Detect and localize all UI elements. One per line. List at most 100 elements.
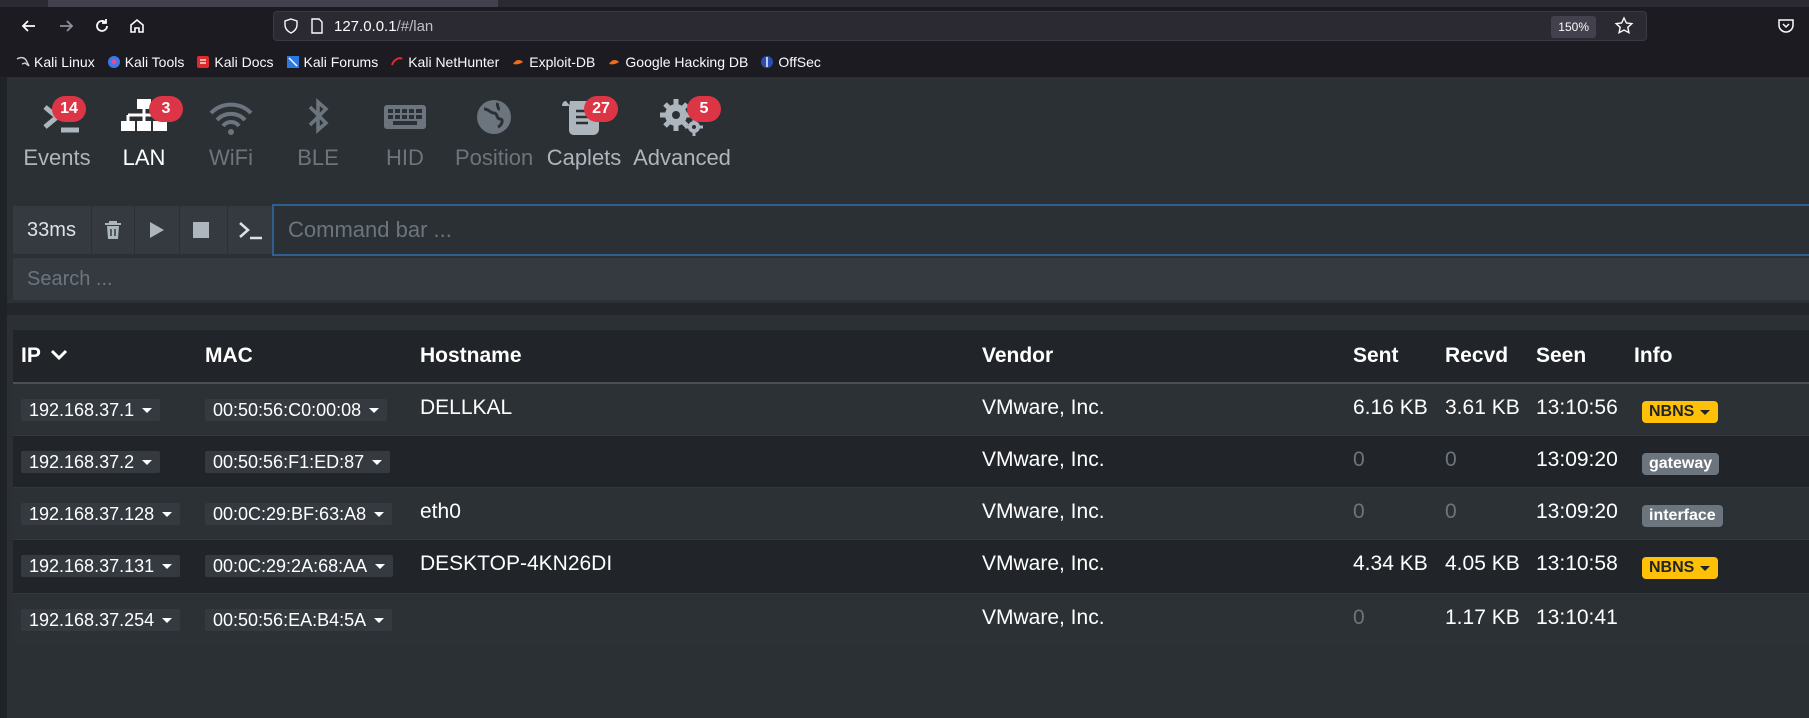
- col-ip-header[interactable]: IP: [21, 344, 68, 368]
- vendor-cell: VMware, Inc.: [982, 552, 1105, 575]
- vendor-cell: VMware, Inc.: [982, 500, 1105, 523]
- recvd-cell: 3.61 KB: [1445, 396, 1520, 419]
- mac-dropdown[interactable]: 00:50:56:F1:ED:87: [205, 451, 391, 473]
- vendor-cell: VMware, Inc.: [982, 396, 1105, 419]
- col-hostname-header[interactable]: Hostname: [420, 344, 522, 368]
- ip-dropdown[interactable]: 192.168.37.254: [21, 609, 181, 631]
- stop-icon: [193, 222, 209, 238]
- mac-dropdown[interactable]: 00:0C:29:BF:63:A8: [205, 503, 393, 525]
- col-info-header[interactable]: Info: [1634, 344, 1672, 368]
- url-bar[interactable]: 127.0.0.1/#/lan 150%: [273, 11, 1647, 41]
- mac-dropdown[interactable]: 00:50:56:EA:B4:5A: [205, 609, 393, 631]
- tab-advanced[interactable]: 5 Advanced: [633, 93, 731, 171]
- ghdb-icon: [607, 55, 621, 69]
- command-input[interactable]: [272, 204, 1809, 256]
- recvd-cell: 1.17 KB: [1445, 606, 1520, 629]
- mac-dropdown[interactable]: 00:0C:29:2A:68:AA: [205, 555, 394, 577]
- advanced-count-badge: 5: [687, 96, 721, 122]
- bookmark-label: Kali Forums: [303, 54, 379, 70]
- home-icon: [130, 18, 144, 33]
- tab-ble[interactable]: BLE: [283, 93, 353, 171]
- kali-tools-icon: [107, 55, 121, 69]
- bookmark-kali-linux[interactable]: Kali Linux: [16, 54, 95, 70]
- tracking-shield-icon[interactable]: [283, 18, 299, 34]
- wifi-icon: [209, 102, 253, 135]
- tab-hid[interactable]: HID: [370, 93, 440, 171]
- table-header: IP MAC Hostname Vendor Sent Recvd Seen I…: [13, 330, 1809, 384]
- terminal-prompt-icon: [239, 222, 262, 240]
- ip-dropdown[interactable]: 192.168.37.1: [21, 399, 161, 421]
- stop-button[interactable]: [179, 206, 222, 254]
- table-row: 192.168.37.254 00:50:56:EA:B4:5A VMware,…: [13, 594, 1809, 645]
- bookmark-kali-forums[interactable]: Kali Forums: [286, 54, 379, 70]
- bookmark-exploit-db[interactable]: Exploit-DB: [511, 54, 595, 70]
- mac-dropdown[interactable]: 00:50:56:C0:00:08: [205, 399, 388, 421]
- col-vendor-header[interactable]: Vendor: [982, 344, 1053, 368]
- caplets-count-badge: 27: [584, 96, 618, 122]
- forward-button[interactable]: [52, 13, 80, 39]
- url-text[interactable]: 127.0.0.1/#/lan: [334, 18, 433, 35]
- kali-docs-icon: [196, 55, 210, 69]
- ip-dropdown[interactable]: 192.168.37.128: [21, 503, 181, 525]
- browser-toolbar: 127.0.0.1/#/lan 150% Kali Linux Kali Too…: [0, 0, 1809, 77]
- bookmark-offsec[interactable]: OffSec: [760, 54, 821, 70]
- lan-hosts-table: IP MAC Hostname Vendor Sent Recvd Seen I…: [13, 330, 1809, 645]
- col-sent-header[interactable]: Sent: [1353, 344, 1399, 368]
- globe-icon: [477, 100, 511, 134]
- tab-label: Advanced: [633, 145, 731, 170]
- tab-wifi[interactable]: WiFi: [196, 93, 266, 171]
- bookmark-label: Kali Tools: [124, 54, 185, 70]
- table-row: 192.168.37.2 00:50:56:F1:ED:87 VMware, I…: [13, 436, 1809, 488]
- url-host: 127.0.0.1: [334, 18, 397, 35]
- nbns-tag-dropdown[interactable]: NBNS: [1642, 401, 1719, 423]
- seen-cell: 13:10:56: [1536, 396, 1618, 419]
- table-row: 192.168.37.131 00:0C:29:2A:68:AA DESKTOP…: [13, 540, 1809, 594]
- bookmark-label: Exploit-DB: [529, 54, 596, 70]
- back-button[interactable]: [15, 13, 43, 39]
- sent-cell: 0: [1353, 500, 1365, 523]
- search-input[interactable]: [13, 258, 1809, 300]
- reload-icon: [96, 19, 108, 32]
- sent-cell: 0: [1353, 606, 1365, 629]
- tab-events[interactable]: 14 Events: [20, 93, 94, 171]
- clear-events-button[interactable]: [91, 206, 134, 254]
- trash-icon: [105, 221, 121, 239]
- tab-lan[interactable]: 3 LAN: [105, 93, 183, 171]
- bookmark-kali-nethunter[interactable]: Kali NetHunter: [390, 54, 499, 70]
- play-button[interactable]: [134, 206, 177, 254]
- latency-indicator: 33ms: [27, 219, 76, 241]
- hostname-cell: DESKTOP-4KN26DI: [420, 552, 613, 575]
- nbns-tag-dropdown[interactable]: NBNS: [1642, 557, 1719, 579]
- sent-cell: 4.34 KB: [1353, 552, 1428, 575]
- sent-cell: 6.16 KB: [1353, 396, 1428, 419]
- seen-cell: 13:09:20: [1536, 500, 1618, 523]
- ip-dropdown[interactable]: 192.168.37.131: [21, 555, 181, 577]
- page-info-icon[interactable]: [310, 18, 324, 34]
- command-prompt-button[interactable]: [227, 206, 272, 254]
- col-mac-header[interactable]: MAC: [205, 344, 253, 368]
- ip-dropdown[interactable]: 192.168.37.2: [21, 451, 161, 473]
- bookmark-google-hacking-db[interactable]: Google Hacking DB: [607, 54, 748, 70]
- table-row: 192.168.37.128 00:0C:29:BF:63:A8 eth0 VM…: [13, 488, 1809, 540]
- reload-button[interactable]: [88, 13, 116, 39]
- play-icon: [150, 222, 164, 238]
- forward-arrow-icon: [60, 20, 74, 32]
- col-seen-header[interactable]: Seen: [1536, 344, 1586, 368]
- active-tab-edge[interactable]: [48, 0, 498, 7]
- hostname-cell: DELLKAL: [420, 396, 513, 419]
- sort-chevron-down-icon: [51, 349, 68, 361]
- bookmark-kali-docs[interactable]: Kali Docs: [196, 54, 274, 70]
- bluetooth-icon: [308, 98, 329, 134]
- bookmark-label: OffSec: [778, 54, 821, 70]
- seen-cell: 13:09:20: [1536, 448, 1618, 471]
- tab-position[interactable]: Position: [455, 93, 533, 171]
- home-button[interactable]: [123, 13, 151, 39]
- bookmark-star-icon[interactable]: [1614, 16, 1634, 36]
- pocket-icon[interactable]: [1776, 16, 1796, 36]
- bookmark-kali-tools[interactable]: Kali Tools: [107, 54, 185, 70]
- col-recvd-header[interactable]: Recvd: [1445, 344, 1508, 368]
- bookmarks-bar: Kali Linux Kali Tools Kali Docs Kali For…: [16, 51, 833, 73]
- zoom-level-badge[interactable]: 150%: [1551, 16, 1596, 38]
- bookmark-label: Kali Docs: [214, 54, 274, 70]
- tab-caplets[interactable]: 27 Caplets: [546, 93, 622, 171]
